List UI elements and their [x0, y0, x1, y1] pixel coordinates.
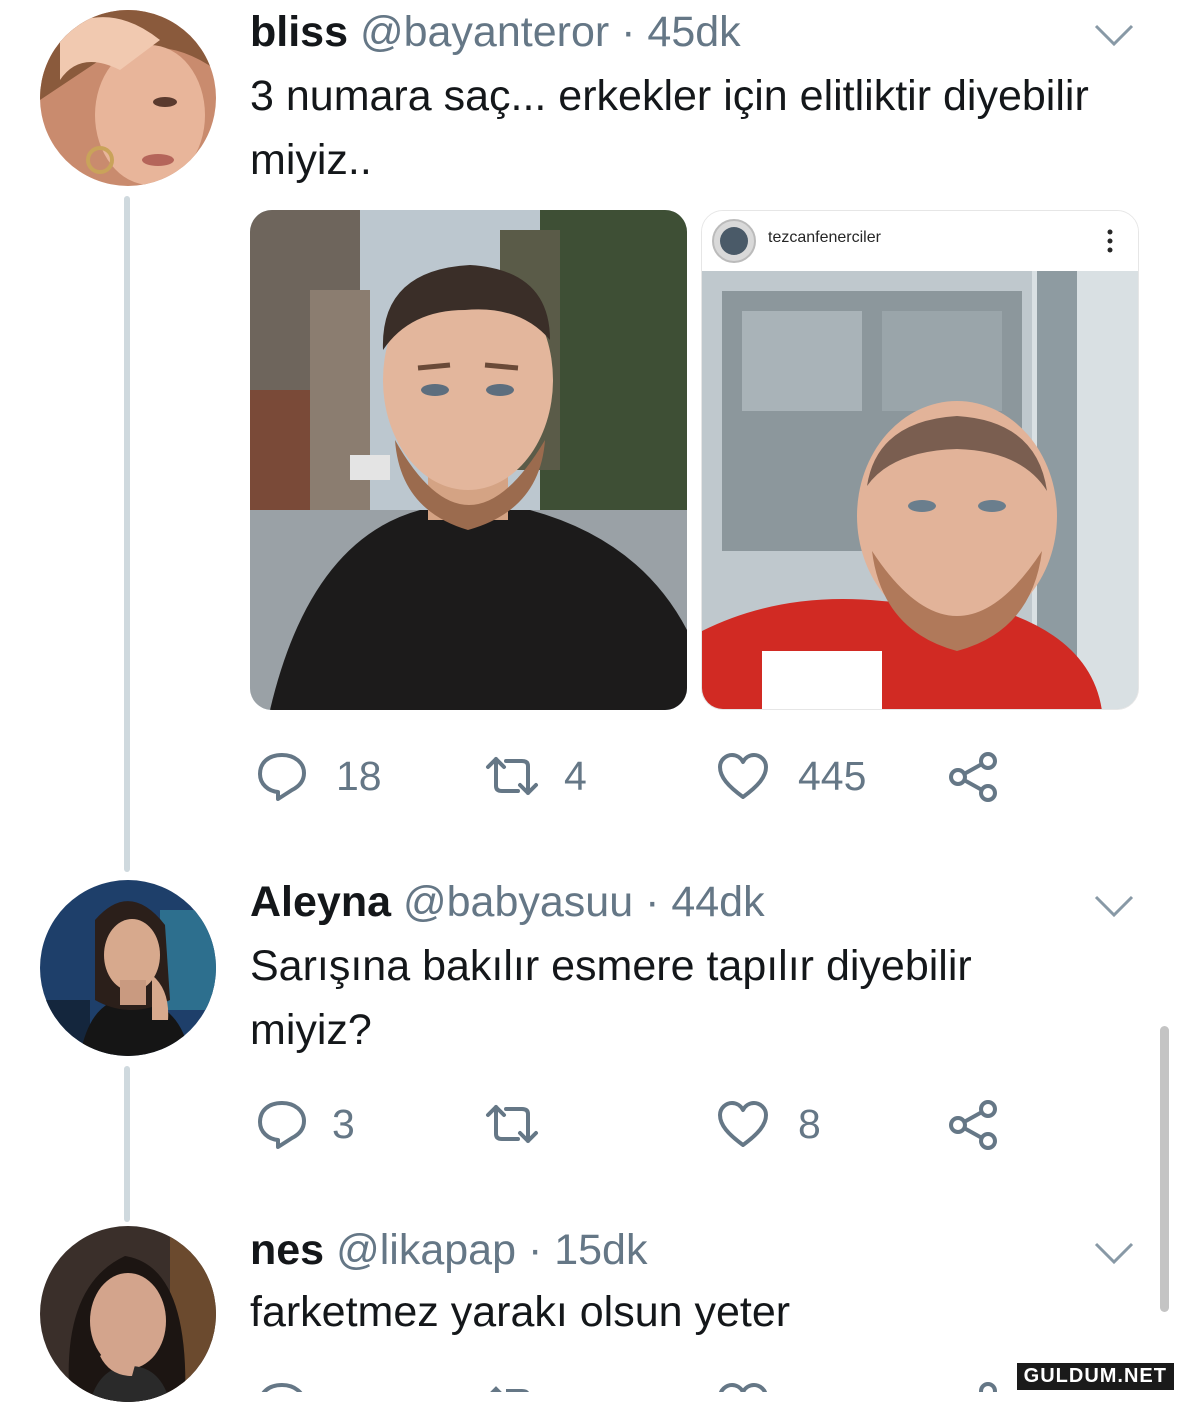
display-name[interactable]: Aleyna [250, 878, 391, 926]
heart-icon[interactable] [716, 1380, 770, 1392]
tweet-actions-partial [0, 1380, 1178, 1392]
reply-count: 3 [332, 1100, 355, 1147]
instagram-post-image[interactable]: tezcanfenerciler [701, 210, 1139, 710]
share-icon [949, 752, 997, 802]
timestamp[interactable]: 44dk [671, 878, 764, 926]
chevron-down-icon[interactable] [1092, 20, 1136, 50]
instagram-avatar [712, 219, 756, 263]
chevron-down-icon[interactable] [1092, 1238, 1136, 1268]
watermark: GULDUM.NET [1016, 1363, 1174, 1390]
tweet-image[interactable] [250, 210, 687, 710]
tweet-text: 3 numara saç... erkekler için elitliktir… [250, 72, 1089, 184]
reply-button[interactable]: 3 [256, 1098, 355, 1150]
chevron-down-icon[interactable] [1092, 891, 1136, 921]
like-count: 445 [798, 752, 867, 799]
separator: · [527, 1226, 543, 1274]
user-handle[interactable]: @likapap [336, 1226, 516, 1274]
tweet-text: farketmez yarakı olsun yeter [250, 1288, 791, 1336]
retweet-button[interactable]: 4 [482, 750, 587, 802]
user-handle[interactable]: @bayanteror [360, 8, 609, 56]
share-icon [949, 1100, 997, 1150]
retweet-icon[interactable] [482, 1380, 542, 1392]
display-name[interactable]: nes [250, 1226, 324, 1274]
tweet-header: bliss @bayanteror · 45dk [250, 8, 741, 56]
timestamp[interactable]: 45dk [647, 8, 740, 56]
tweet-header: Aleyna @babyasuu · 44dk [250, 878, 765, 926]
like-count: 8 [798, 1100, 821, 1147]
heart-icon [718, 753, 768, 799]
reply-button[interactable]: 18 [256, 750, 382, 802]
instagram-post-header: tezcanfenerciler [702, 211, 1138, 271]
more-options-icon [1107, 229, 1113, 253]
reply-count: 18 [336, 752, 382, 799]
heart-icon [718, 1101, 768, 1147]
timestamp[interactable]: 15dk [554, 1226, 647, 1274]
display-name[interactable]: bliss [250, 8, 348, 56]
thread-line [124, 1066, 130, 1222]
retweet-button[interactable] [482, 1098, 542, 1150]
avatar[interactable] [40, 1226, 216, 1402]
retweet-count: 4 [564, 752, 587, 799]
separator: · [645, 878, 660, 926]
tweet-header: nes @likapap · 15dk [250, 1226, 647, 1274]
share-icon[interactable] [946, 1380, 1000, 1392]
scrollbar[interactable] [1160, 1026, 1169, 1312]
like-button[interactable]: 445 [716, 750, 866, 802]
avatar[interactable] [40, 10, 216, 186]
share-button[interactable] [946, 1098, 1000, 1152]
reply-bubble-icon [258, 1101, 306, 1149]
reply-bubble-icon [258, 753, 306, 801]
thread-line [124, 196, 130, 872]
like-button[interactable]: 8 [716, 1098, 821, 1150]
separator: · [621, 8, 636, 56]
reply-bubble-icon[interactable] [256, 1380, 308, 1392]
share-button[interactable] [946, 750, 1000, 804]
retweet-icon [486, 1105, 538, 1143]
user-handle[interactable]: @babyasuu [403, 878, 633, 926]
avatar[interactable] [40, 880, 216, 1056]
retweet-icon [486, 757, 538, 795]
tweet-text: Sarışına bakılır esmere tapılır diyebili… [250, 942, 972, 1054]
instagram-username: tezcanfenerciler [768, 229, 881, 246]
